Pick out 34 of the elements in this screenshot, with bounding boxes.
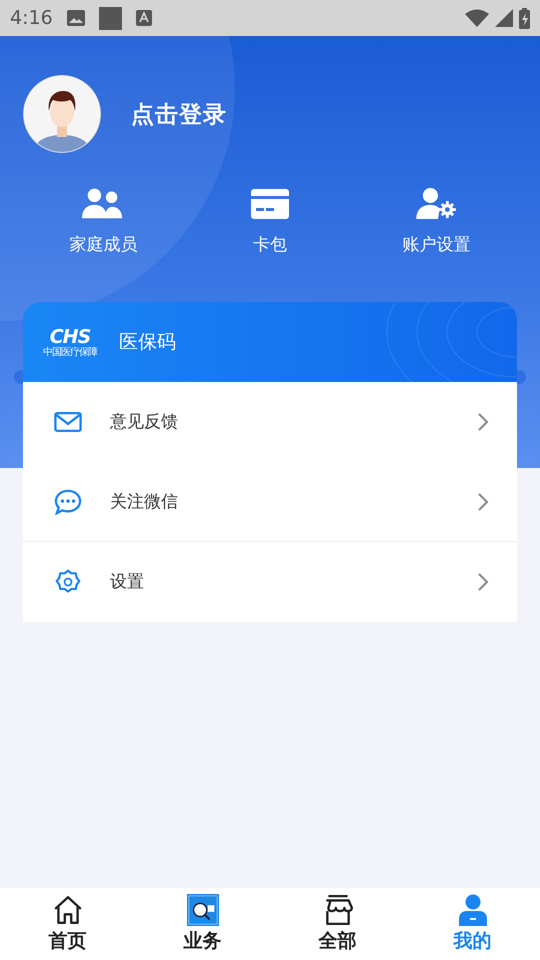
people-icon [82,187,124,219]
avatar[interactable] [23,75,101,153]
chevron-icon [477,492,489,512]
home-icon [52,894,84,926]
login-link[interactable]: 点击登录 [131,98,227,130]
shortcut-label[interactable]: 卡包 [252,233,287,256]
shortcut-label[interactable]: 账户设置 [402,233,471,256]
user-settings-icon [416,187,458,219]
chevron-icon [477,572,489,592]
nav-tab[interactable]: 业务 [135,888,270,960]
magnifier-icon [186,894,218,926]
card-title: 医保码 [119,330,176,355]
image-icon [66,10,85,26]
battery-icon [519,8,530,28]
font-icon [136,10,152,26]
shortcut-label[interactable]: 家庭成员 [69,233,138,256]
nav-tab[interactable]: 首页 [0,888,135,960]
logo-subtext: 中国医疗保障 [43,346,97,358]
chevron-icon [477,412,489,432]
settings-icon [54,568,82,594]
person-icon [456,894,488,926]
nav-tab[interactable]: 我的 [405,888,540,960]
menu-item[interactable]: 关注微信 [23,462,517,542]
insurance-code-card[interactable]: CHS 中国医疗保障 医保码 [23,302,517,382]
square-icon [98,6,122,30]
nav-tab[interactable]: 全部 [270,888,405,960]
signal-icon [495,9,513,27]
menu-item[interactable]: 设置 [23,542,517,622]
card-icon [248,187,291,219]
menu-item[interactable]: 意见反馈 [23,382,517,462]
logo-text: CHS [50,326,90,346]
chat-icon [54,488,82,514]
wifi-icon [465,9,489,27]
status-time: 4:16 [10,7,53,29]
